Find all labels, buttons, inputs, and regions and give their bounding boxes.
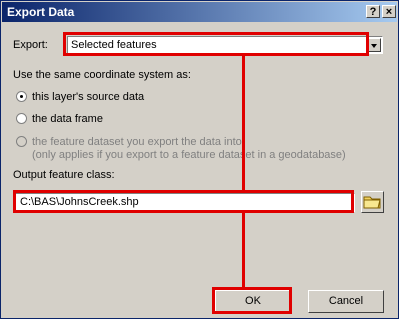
export-dropdown[interactable]: Selected features — [67, 36, 383, 54]
ok-button[interactable]: OK — [215, 290, 291, 313]
folder-icon — [363, 196, 381, 209]
output-path-field[interactable]: C:\BAS\JohnsCreek.shp — [15, 193, 355, 212]
title-bar[interactable]: Export Data ? × — [2, 2, 397, 22]
browse-folder-button[interactable] — [361, 191, 384, 213]
cancel-button[interactable]: Cancel — [308, 290, 384, 313]
radio-feature-dataset-label: the feature dataset you export the data … — [32, 136, 242, 148]
output-feature-class-label: Output feature class: — [13, 169, 115, 181]
radio-feature-dataset[interactable] — [16, 136, 27, 147]
radio-data-frame[interactable] — [16, 113, 27, 124]
export-data-dialog: Export Data ? × Export: Selected feature… — [0, 0, 399, 319]
radio-data-frame-label: the data frame — [32, 113, 103, 125]
window-title: Export Data — [7, 5, 75, 19]
export-selected-value: Selected features — [71, 39, 157, 51]
radio-source-data-label: this layer's source data — [32, 91, 145, 103]
radio-feature-dataset-note: (only applies if you export to a feature… — [32, 149, 346, 161]
coordinate-system-heading: Use the same coordinate system as: — [13, 69, 191, 81]
radio-source-data[interactable] — [16, 91, 27, 102]
chevron-down-icon[interactable] — [367, 38, 381, 52]
output-path-value: C:\BAS\JohnsCreek.shp — [20, 196, 139, 208]
help-button[interactable]: ? — [366, 5, 380, 18]
export-label: Export: — [13, 39, 48, 51]
close-button[interactable]: × — [382, 5, 396, 18]
